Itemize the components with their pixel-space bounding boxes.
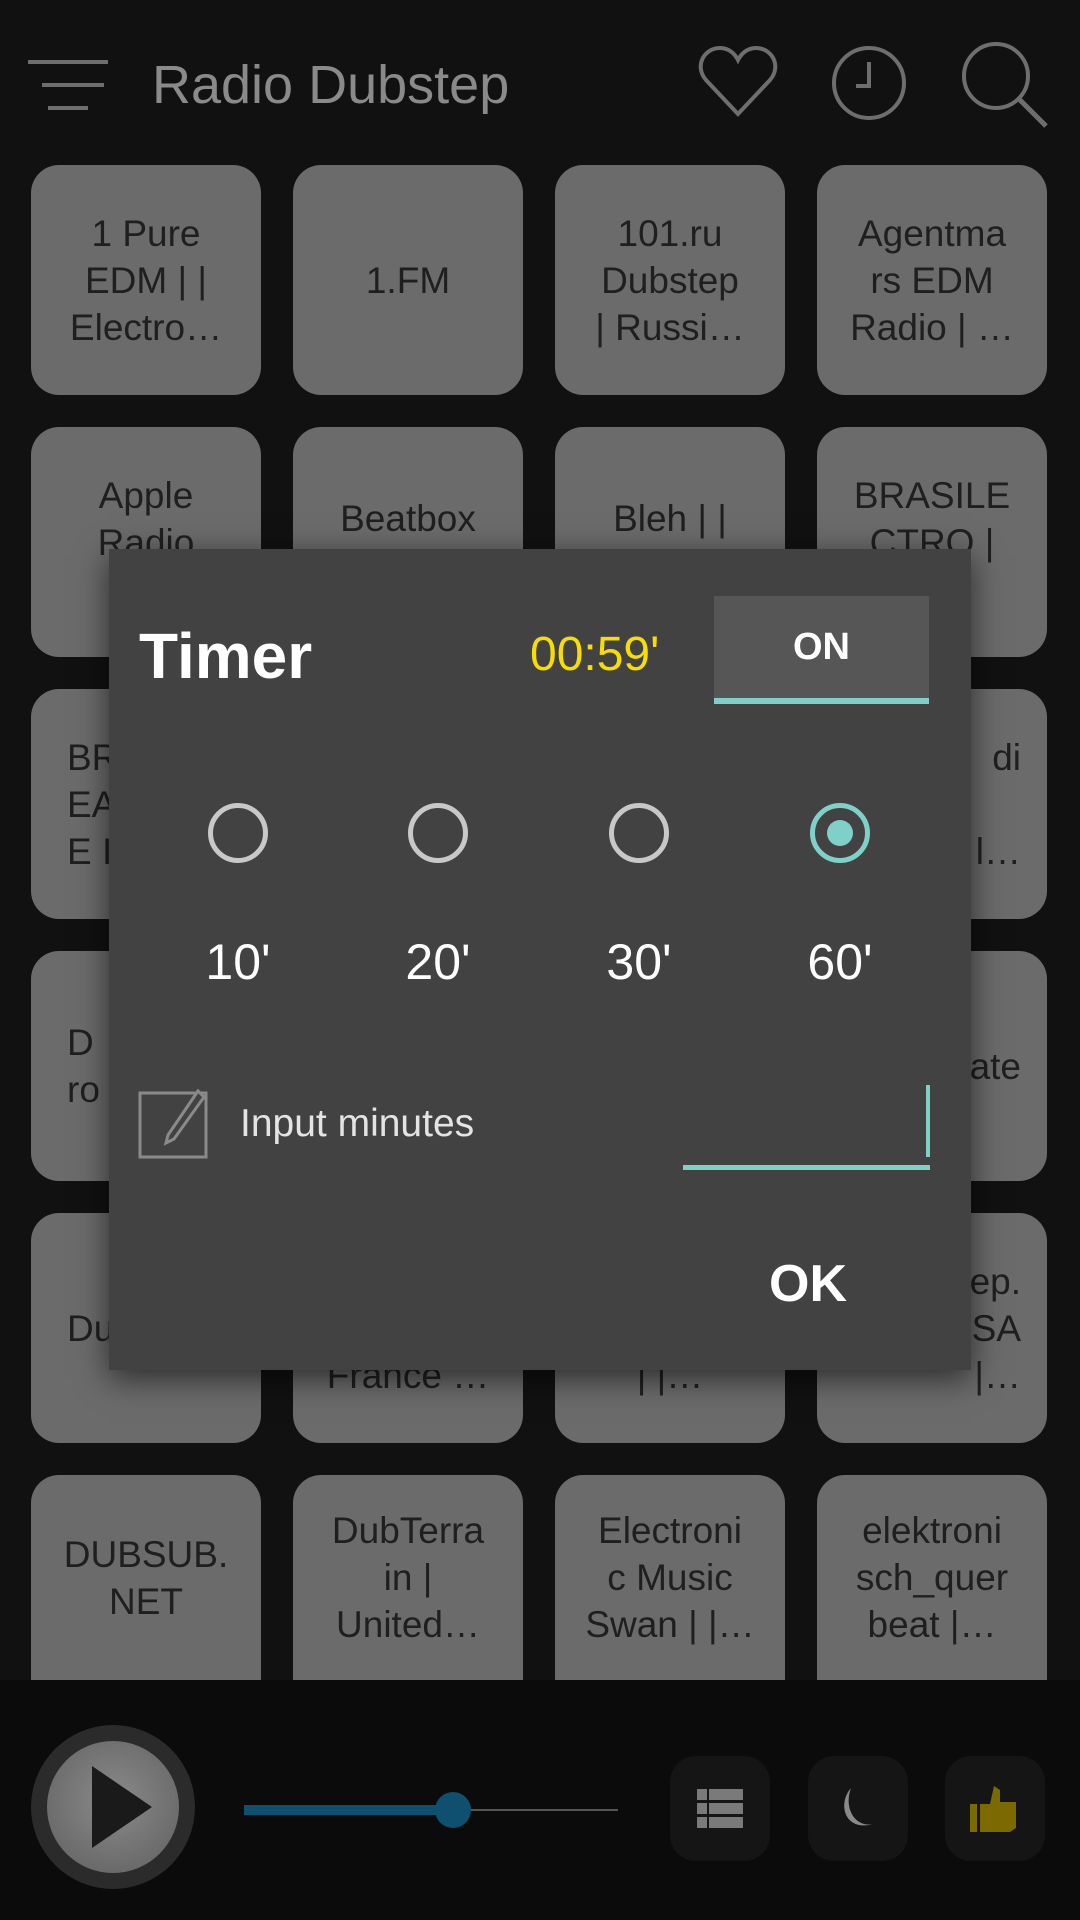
station-tile[interactable]: DubTerra in | United… bbox=[293, 1475, 523, 1680]
timer-option-label[interactable]: 10' bbox=[178, 933, 298, 991]
search-icon[interactable] bbox=[958, 38, 1050, 130]
station-tile[interactable]: elektroni sch_quer beat |… bbox=[817, 1475, 1047, 1680]
heart-icon[interactable] bbox=[698, 44, 778, 120]
volume-thumb[interactable] bbox=[435, 1792, 472, 1828]
rate-button[interactable] bbox=[945, 1756, 1045, 1861]
player-bar bbox=[0, 1680, 1080, 1920]
clock-icon[interactable] bbox=[830, 44, 908, 122]
text-cursor bbox=[926, 1085, 930, 1157]
timer-option-radio[interactable] bbox=[208, 803, 268, 863]
timer-option-label[interactable]: 60' bbox=[780, 933, 900, 991]
ok-button[interactable]: OK bbox=[769, 1254, 847, 1314]
remaining-time: 00:59' bbox=[530, 628, 660, 681]
timer-option-radio[interactable] bbox=[810, 803, 870, 863]
timer-option-label[interactable]: 30' bbox=[579, 933, 699, 991]
app-bar: Radio Dubstep bbox=[0, 0, 1080, 160]
station-tile[interactable]: 101.ru Dubstep | Russi… bbox=[555, 165, 785, 395]
station-tile[interactable]: Agentma rs EDM Radio | … bbox=[817, 165, 1047, 395]
station-tile[interactable]: 1.FM bbox=[293, 165, 523, 395]
edit-icon bbox=[138, 1088, 208, 1159]
dialog-title: Timer bbox=[139, 620, 313, 692]
timer-dialog: Timer 00:59' ON 10' 20' 30' 60' Input minut… bbox=[109, 549, 971, 1370]
station-tile[interactable]: 1 Pure EDM | | Electro… bbox=[31, 165, 261, 395]
list-icon bbox=[697, 1788, 743, 1829]
menu-icon[interactable] bbox=[28, 58, 112, 112]
timer-option-label[interactable]: 20' bbox=[378, 933, 498, 991]
input-minutes-label: Input minutes bbox=[240, 1102, 475, 1145]
station-tile[interactable]: Electroni c Music Swan | |… bbox=[555, 1475, 785, 1680]
timer-option-radio[interactable] bbox=[408, 803, 468, 863]
play-button[interactable] bbox=[30, 1724, 196, 1890]
timer-option-radio[interactable] bbox=[609, 803, 669, 863]
moon-icon bbox=[844, 1787, 873, 1825]
station-tile[interactable]: DUBSUB. NET bbox=[31, 1475, 261, 1680]
thumbs-up-icon bbox=[970, 1785, 1016, 1832]
volume-slider[interactable] bbox=[244, 1792, 618, 1828]
timer-toggle-button[interactable]: ON bbox=[714, 596, 929, 704]
sleep-button[interactable] bbox=[808, 1756, 908, 1861]
app-title: Radio Dubstep bbox=[152, 55, 510, 115]
list-button[interactable] bbox=[670, 1756, 770, 1861]
minutes-input[interactable] bbox=[683, 1085, 930, 1170]
